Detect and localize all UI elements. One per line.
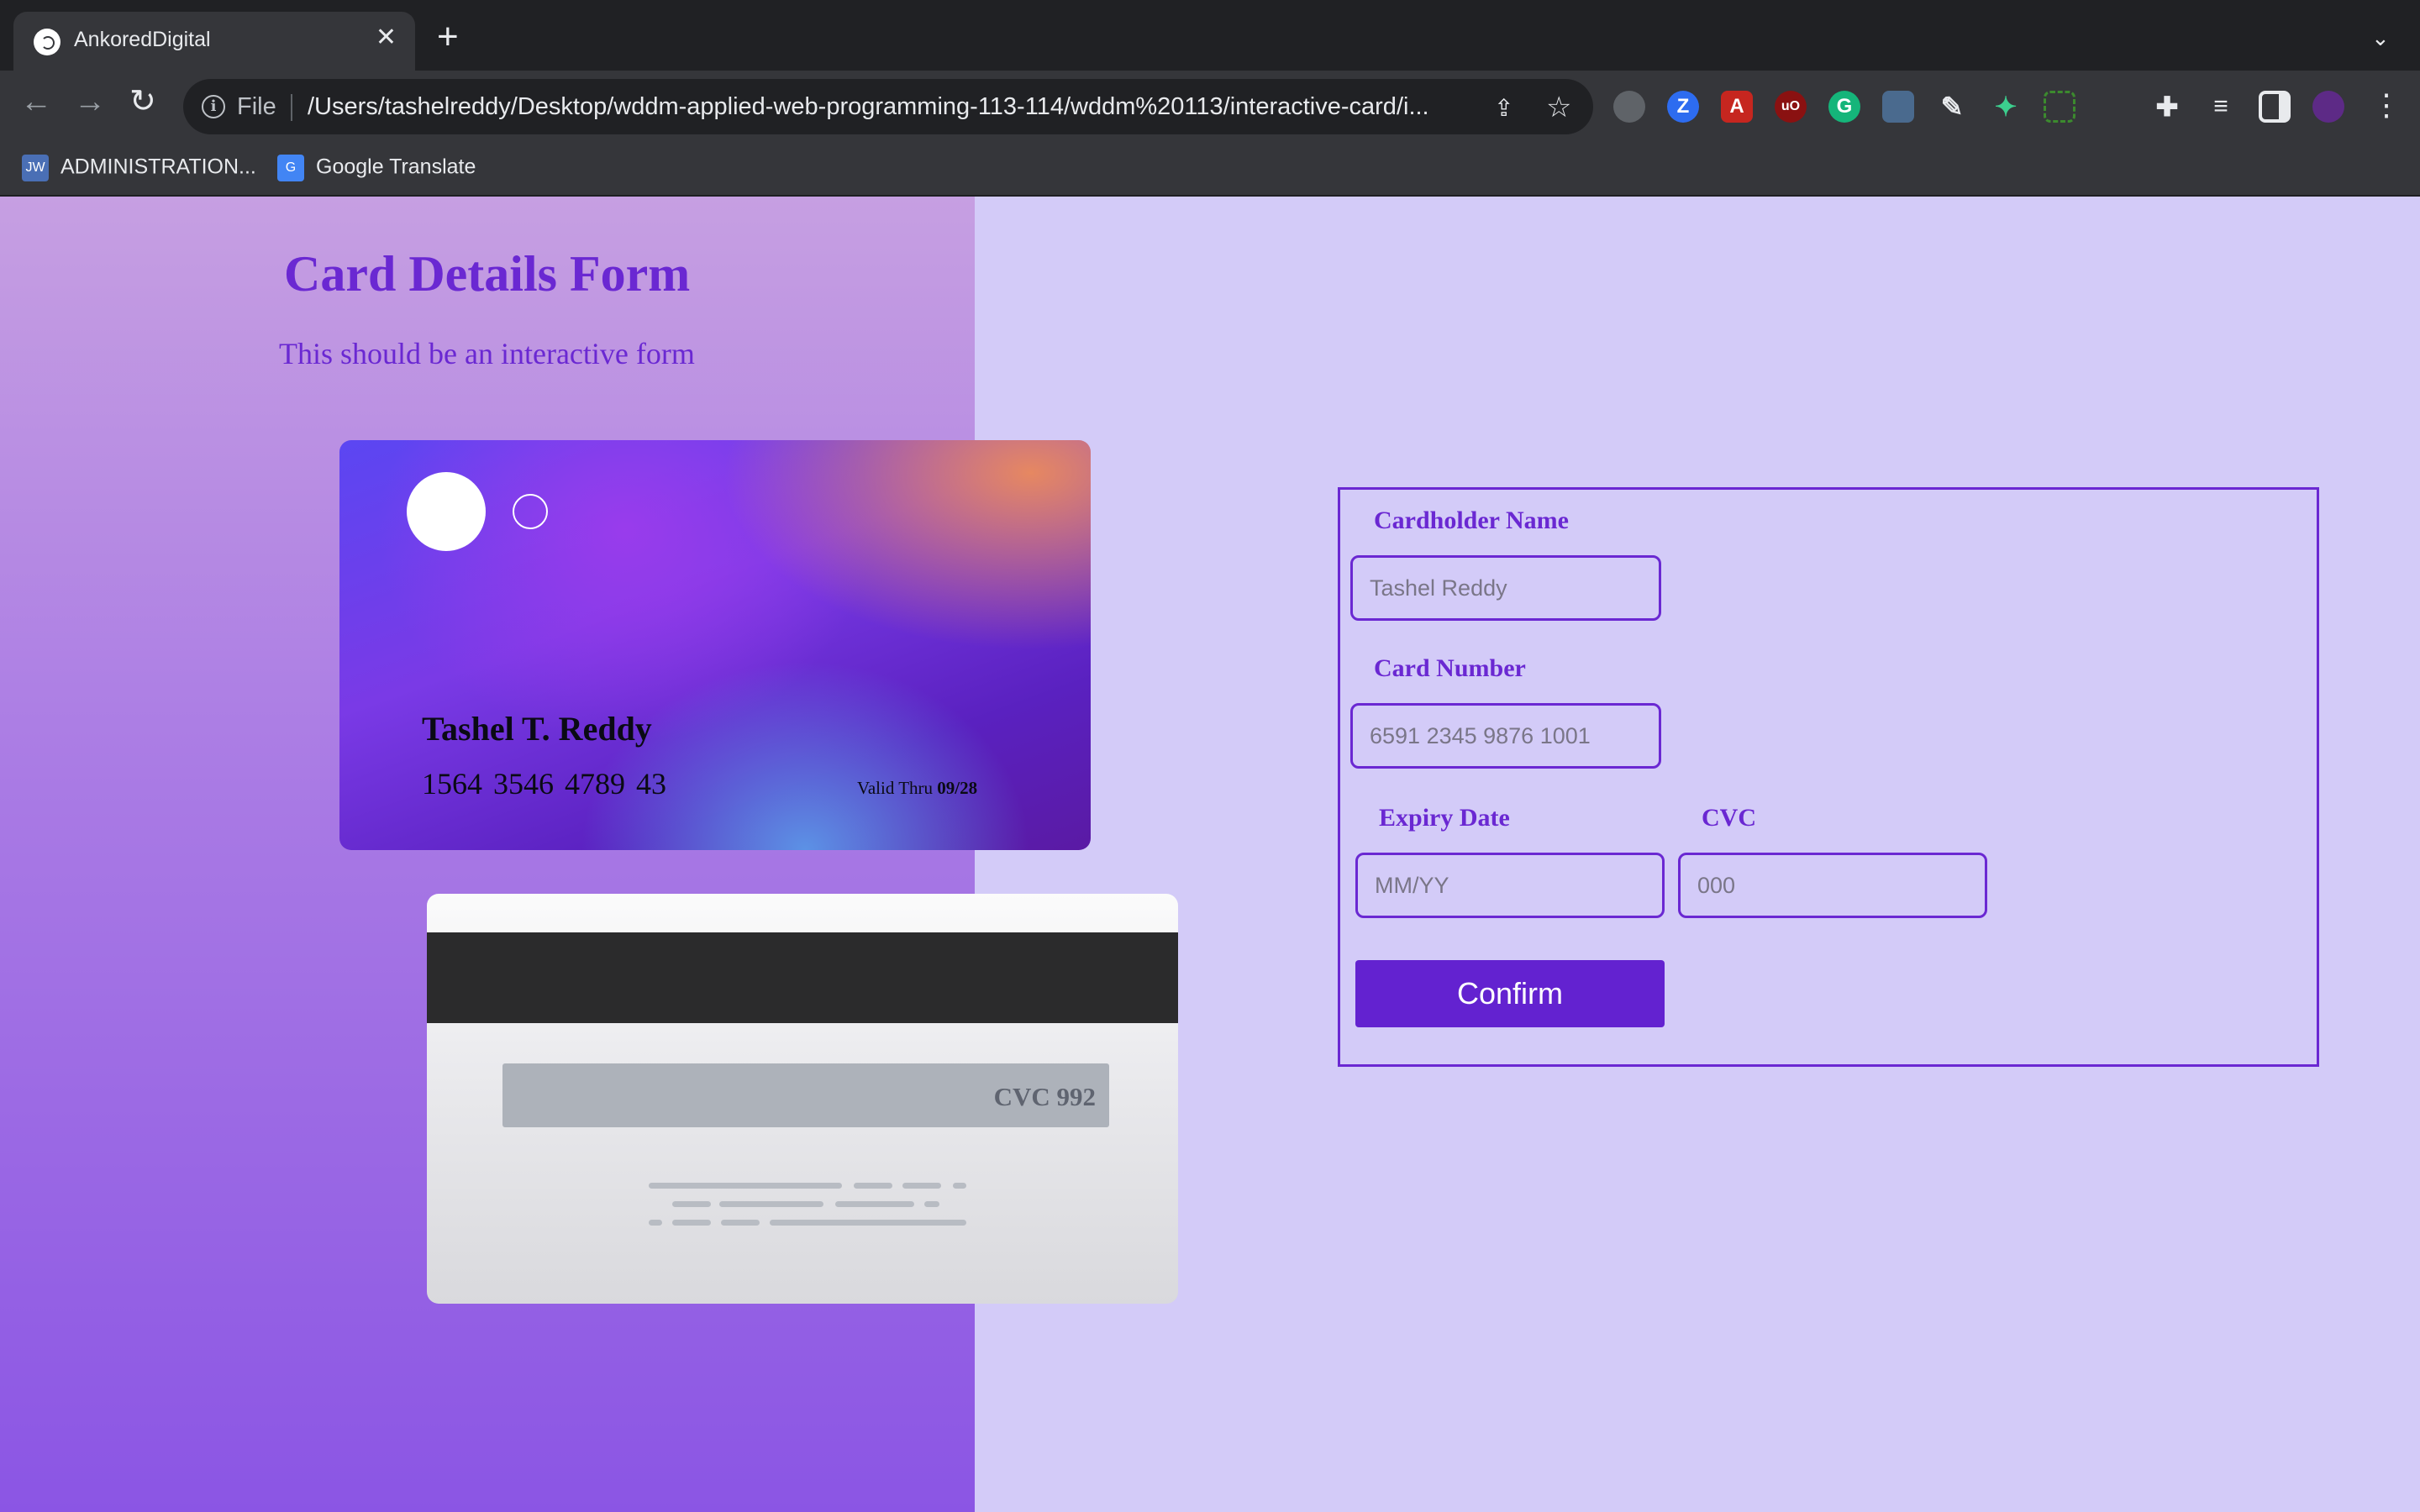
- close-tab-icon[interactable]: ✕: [376, 25, 397, 50]
- card-valid-thru: Valid Thru 09/28: [857, 778, 977, 799]
- tab-title: AnkoredDigital: [74, 28, 211, 51]
- fine-print-line: [721, 1220, 760, 1226]
- drive-icon[interactable]: [1613, 91, 1645, 123]
- card-front: Tashel T. Reddy 1564 3546 4789 43 Valid …: [339, 440, 1091, 850]
- card-circle-logo: [407, 472, 486, 551]
- card-details-form: Cardholder Name Card Number Expiry Date …: [1338, 487, 2319, 1067]
- bookmarks-bar: JW ADMINISTRATION... G Google Translate: [0, 143, 2420, 197]
- forward-button[interactable]: →: [74, 86, 106, 118]
- expiry-date-input[interactable]: [1355, 853, 1665, 918]
- card-circle-outline: [513, 494, 548, 529]
- page-subtitle: This should be an interactive form: [279, 337, 695, 370]
- fine-print-line: [672, 1220, 711, 1226]
- browser-tab[interactable]: AnkoredDigital ✕: [13, 12, 415, 71]
- fine-print-line: [902, 1183, 941, 1189]
- fine-print-line: [854, 1183, 892, 1189]
- fine-print-line: [649, 1220, 662, 1226]
- card-holder-name: Tashel T. Reddy: [422, 710, 652, 748]
- card-number: 1564 3546 4789 43: [422, 767, 666, 801]
- info-icon[interactable]: i: [202, 95, 225, 118]
- card-back: CVC 992: [427, 894, 1178, 1304]
- grammarly-icon[interactable]: G: [1828, 91, 1860, 123]
- browser-titlebar: AnkoredDigital ✕ + ⌄: [0, 0, 2420, 71]
- bookmark-administration[interactable]: JW ADMINISTRATION...: [22, 155, 256, 181]
- bookmark-star-icon[interactable]: ☆: [1546, 91, 1571, 124]
- media-icon[interactable]: ≡: [2205, 91, 2237, 123]
- expiry-date-label: Expiry Date: [1379, 804, 1510, 832]
- bookmark-google-translate[interactable]: G Google Translate: [277, 155, 476, 181]
- share-icon[interactable]: ⇪: [1494, 94, 1513, 122]
- scheme-label: File: [237, 93, 276, 120]
- card-number-input[interactable]: [1350, 703, 1661, 769]
- ublock-icon[interactable]: uO: [1775, 91, 1807, 123]
- reload-button[interactable]: ↻: [129, 86, 156, 118]
- fine-print-line: [719, 1201, 823, 1207]
- card-number-label: Card Number: [1374, 654, 1526, 682]
- bookmark-label: Google Translate: [316, 155, 476, 179]
- tab-search-chevron-icon[interactable]: ⌄: [2371, 25, 2390, 51]
- url-text[interactable]: /Users/tashelreddy/Desktop/wddm-applied-…: [308, 93, 1429, 121]
- translate-icon: G: [277, 155, 304, 181]
- eyedropper-icon[interactable]: ✎: [1936, 91, 1968, 123]
- fine-print-line: [924, 1201, 939, 1207]
- fine-print-line: [770, 1220, 966, 1226]
- pdf-icon[interactable]: A: [1721, 91, 1753, 123]
- profile-icon[interactable]: [2312, 91, 2344, 123]
- valid-thru-label: Valid Thru: [857, 778, 934, 798]
- favicon-icon: [34, 29, 60, 55]
- fine-print-line: [672, 1201, 711, 1207]
- back-button[interactable]: ←: [20, 86, 52, 118]
- page: Card Details Form This should be an inte…: [0, 197, 2420, 1512]
- magnetic-strip: [427, 932, 1178, 1023]
- page-title: Card Details Form: [284, 246, 691, 302]
- valid-thru-value: 09/28: [937, 778, 978, 798]
- screenshot-icon[interactable]: [2044, 91, 2075, 123]
- address-bar[interactable]: i File /Users/tashelreddy/Desktop/wddm-a…: [183, 79, 1593, 134]
- fine-print-line: [953, 1183, 966, 1189]
- left-panel: [0, 197, 975, 1512]
- cardholder-name-input[interactable]: [1350, 555, 1661, 621]
- menu-dots-icon[interactable]: ⋮: [2371, 87, 2402, 123]
- address-divider: [291, 94, 292, 121]
- card-back-cvc: CVC 992: [993, 1082, 1096, 1111]
- browser-toolbar: ← → ↻ i File /Users/tashelreddy/Desktop/…: [0, 71, 2420, 143]
- bird-icon[interactable]: ✦: [1990, 91, 2022, 123]
- new-tab-button[interactable]: +: [437, 18, 459, 55]
- jw-icon: JW: [22, 155, 49, 181]
- fine-print-line: [835, 1201, 914, 1207]
- qr-icon[interactable]: [1882, 91, 1914, 123]
- confirm-button[interactable]: Confirm: [1355, 960, 1665, 1027]
- zoom-icon[interactable]: Z: [1667, 91, 1699, 123]
- signature-strip: CVC 992: [502, 1063, 1109, 1127]
- extensions-icon[interactable]: ✚: [2151, 91, 2183, 123]
- cvc-label: CVC: [1702, 804, 1756, 832]
- sidepanel-icon[interactable]: [2259, 91, 2291, 123]
- fine-print-line: [649, 1183, 842, 1189]
- cvc-input[interactable]: [1678, 853, 1987, 918]
- cardholder-name-label: Cardholder Name: [1374, 507, 1569, 534]
- bookmark-label: ADMINISTRATION...: [60, 155, 256, 179]
